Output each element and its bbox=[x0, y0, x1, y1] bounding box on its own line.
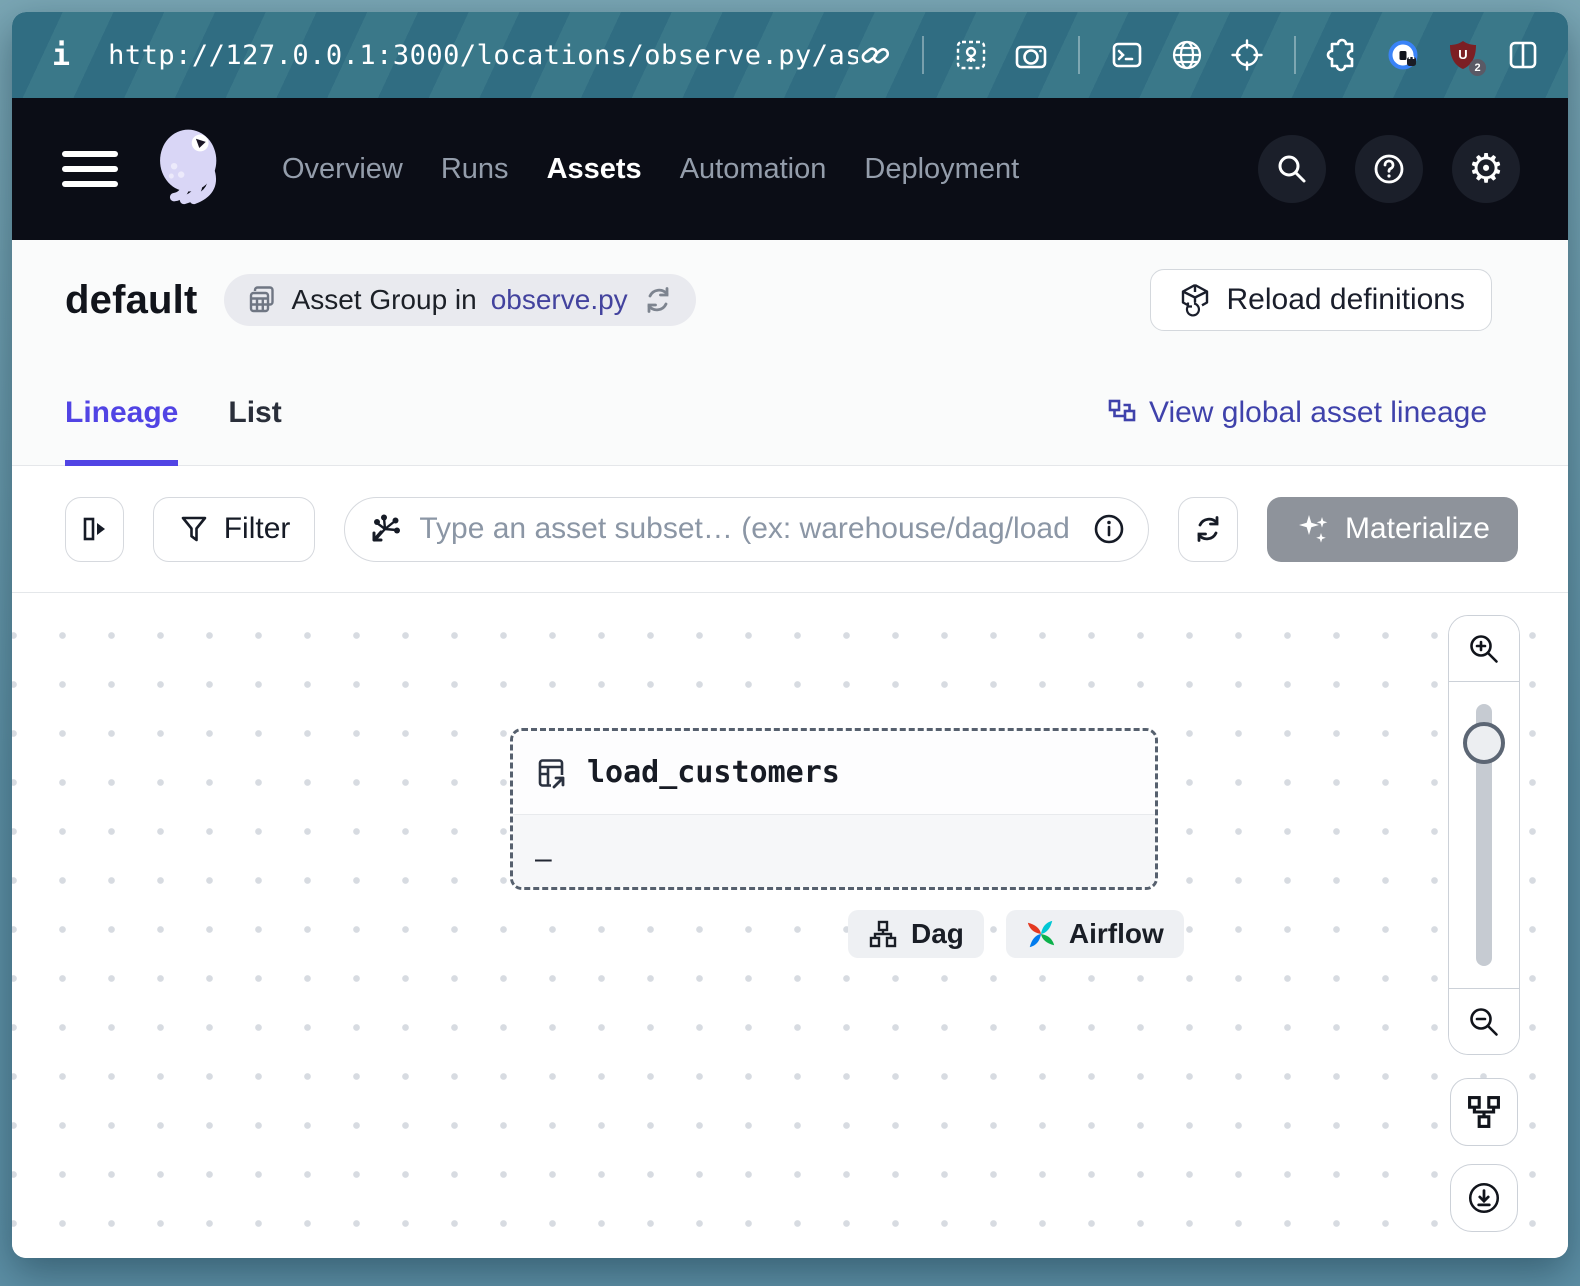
page-title: default bbox=[65, 278, 198, 323]
sparkles-icon bbox=[1295, 511, 1331, 547]
lineage-graph-icon bbox=[1107, 398, 1137, 428]
menu-icon[interactable] bbox=[62, 151, 118, 187]
nav-item-assets[interactable]: Assets bbox=[547, 153, 642, 186]
filter-button[interactable]: Filter bbox=[153, 497, 316, 562]
tag-airflow-label: Airflow bbox=[1069, 918, 1164, 950]
password-manager-icon[interactable] bbox=[1386, 38, 1420, 72]
rearrange-layout-button[interactable] bbox=[1450, 1078, 1518, 1146]
split-view-icon[interactable] bbox=[1506, 38, 1540, 72]
gear-icon[interactable]: ⚙ bbox=[1452, 135, 1520, 203]
camera-icon[interactable] bbox=[1014, 38, 1048, 72]
tab-list[interactable]: List bbox=[228, 360, 281, 465]
nav-item-overview[interactable]: Overview bbox=[282, 153, 403, 186]
asset-node-name: load_customers bbox=[587, 755, 840, 790]
asset-graph-icon bbox=[369, 512, 403, 546]
toolbar-separator bbox=[1078, 36, 1080, 74]
external-table-icon bbox=[533, 755, 569, 791]
svg-text:U: U bbox=[1458, 47, 1467, 62]
filter-funnel-icon bbox=[178, 513, 210, 545]
tag-dag[interactable]: Dag bbox=[848, 910, 984, 958]
page-header: default Asset Group in observe.py R bbox=[12, 240, 1568, 360]
help-icon[interactable] bbox=[1355, 135, 1423, 203]
toolbar-separator bbox=[1294, 36, 1296, 74]
browser-address-bar: i http://127.0.0.1:3000/locations/observ… bbox=[12, 12, 1568, 98]
asset-subset-input[interactable] bbox=[419, 512, 1076, 546]
zoom-slider[interactable] bbox=[1449, 682, 1519, 988]
dag-icon bbox=[868, 919, 898, 949]
link-icon[interactable] bbox=[858, 38, 892, 72]
crosshair-icon[interactable] bbox=[1230, 38, 1264, 72]
graph-layout-icon bbox=[1466, 1094, 1502, 1130]
panel-expand-icon bbox=[78, 513, 110, 545]
zoom-in-icon bbox=[1467, 632, 1501, 666]
download-image-button[interactable] bbox=[1450, 1164, 1518, 1232]
terminal-icon[interactable] bbox=[1110, 38, 1144, 72]
asset-tag-row: Dag Airflow bbox=[848, 910, 1184, 958]
airflow-icon bbox=[1026, 919, 1056, 949]
asset-node-meta: – bbox=[535, 842, 552, 876]
tag-dag-label: Dag bbox=[911, 918, 964, 950]
download-icon bbox=[1466, 1180, 1502, 1216]
nav-item-runs[interactable]: Runs bbox=[441, 153, 509, 186]
asset-group-badge: Asset Group in observe.py bbox=[224, 274, 696, 326]
reload-cube-icon bbox=[1177, 282, 1213, 318]
reload-definitions-button[interactable]: Reload definitions bbox=[1150, 269, 1493, 331]
globe-icon[interactable] bbox=[1170, 38, 1204, 72]
url-text[interactable]: http://127.0.0.1:3000/locations/observe.… bbox=[108, 40, 858, 71]
table-copy-icon bbox=[246, 284, 278, 316]
zoom-control-panel bbox=[1448, 615, 1520, 1055]
dagster-logo[interactable] bbox=[146, 124, 236, 214]
view-global-asset-lineage-link[interactable]: View global asset lineage bbox=[1107, 396, 1487, 430]
nav-item-deployment[interactable]: Deployment bbox=[864, 153, 1019, 186]
asset-group-label: Asset Group in bbox=[292, 284, 477, 316]
browser-window: i http://127.0.0.1:3000/locations/observ… bbox=[12, 12, 1568, 1258]
zoom-slider-thumb[interactable] bbox=[1463, 722, 1505, 764]
info-icon[interactable] bbox=[1092, 512, 1126, 546]
materialize-button[interactable]: Materialize bbox=[1267, 497, 1518, 562]
materialize-label: Materialize bbox=[1345, 512, 1490, 546]
app-navbar: Overview Runs Assets Automation Deployme… bbox=[12, 98, 1568, 240]
nav-item-automation[interactable]: Automation bbox=[680, 153, 827, 186]
reload-definitions-label: Reload definitions bbox=[1227, 283, 1466, 317]
toolbar-separator bbox=[922, 36, 924, 74]
zoom-in-button[interactable] bbox=[1449, 616, 1519, 682]
search-icon[interactable] bbox=[1258, 135, 1326, 203]
shield-icon[interactable]: U 2 bbox=[1446, 38, 1480, 72]
asset-node-load-customers[interactable]: load_customers – bbox=[510, 728, 1158, 890]
tab-lineage[interactable]: Lineage bbox=[65, 360, 178, 465]
refresh-icon bbox=[1192, 513, 1224, 545]
expand-panel-button[interactable] bbox=[65, 497, 124, 562]
tab-bar: Lineage List View global asset lineage bbox=[12, 360, 1568, 466]
puzzle-icon[interactable] bbox=[1326, 38, 1360, 72]
primary-nav: Overview Runs Assets Automation Deployme… bbox=[282, 153, 1019, 186]
refresh-graph-button[interactable] bbox=[1178, 497, 1238, 562]
lineage-toolbar: Filter bbox=[12, 466, 1568, 593]
asset-group-file-link[interactable]: observe.py bbox=[491, 284, 628, 316]
lineage-canvas[interactable]: load_customers – Dag bbox=[12, 593, 1568, 1258]
zoom-out-button[interactable] bbox=[1449, 988, 1519, 1054]
sync-icon[interactable] bbox=[642, 284, 674, 316]
tag-airflow[interactable]: Airflow bbox=[1006, 910, 1184, 958]
photo-icon[interactable] bbox=[954, 38, 988, 72]
page-info-icon[interactable]: i bbox=[52, 38, 70, 73]
zoom-out-icon bbox=[1467, 1005, 1501, 1039]
filter-label: Filter bbox=[224, 512, 291, 546]
extension-badge: 2 bbox=[1469, 59, 1486, 76]
asset-subset-search[interactable] bbox=[344, 497, 1149, 562]
